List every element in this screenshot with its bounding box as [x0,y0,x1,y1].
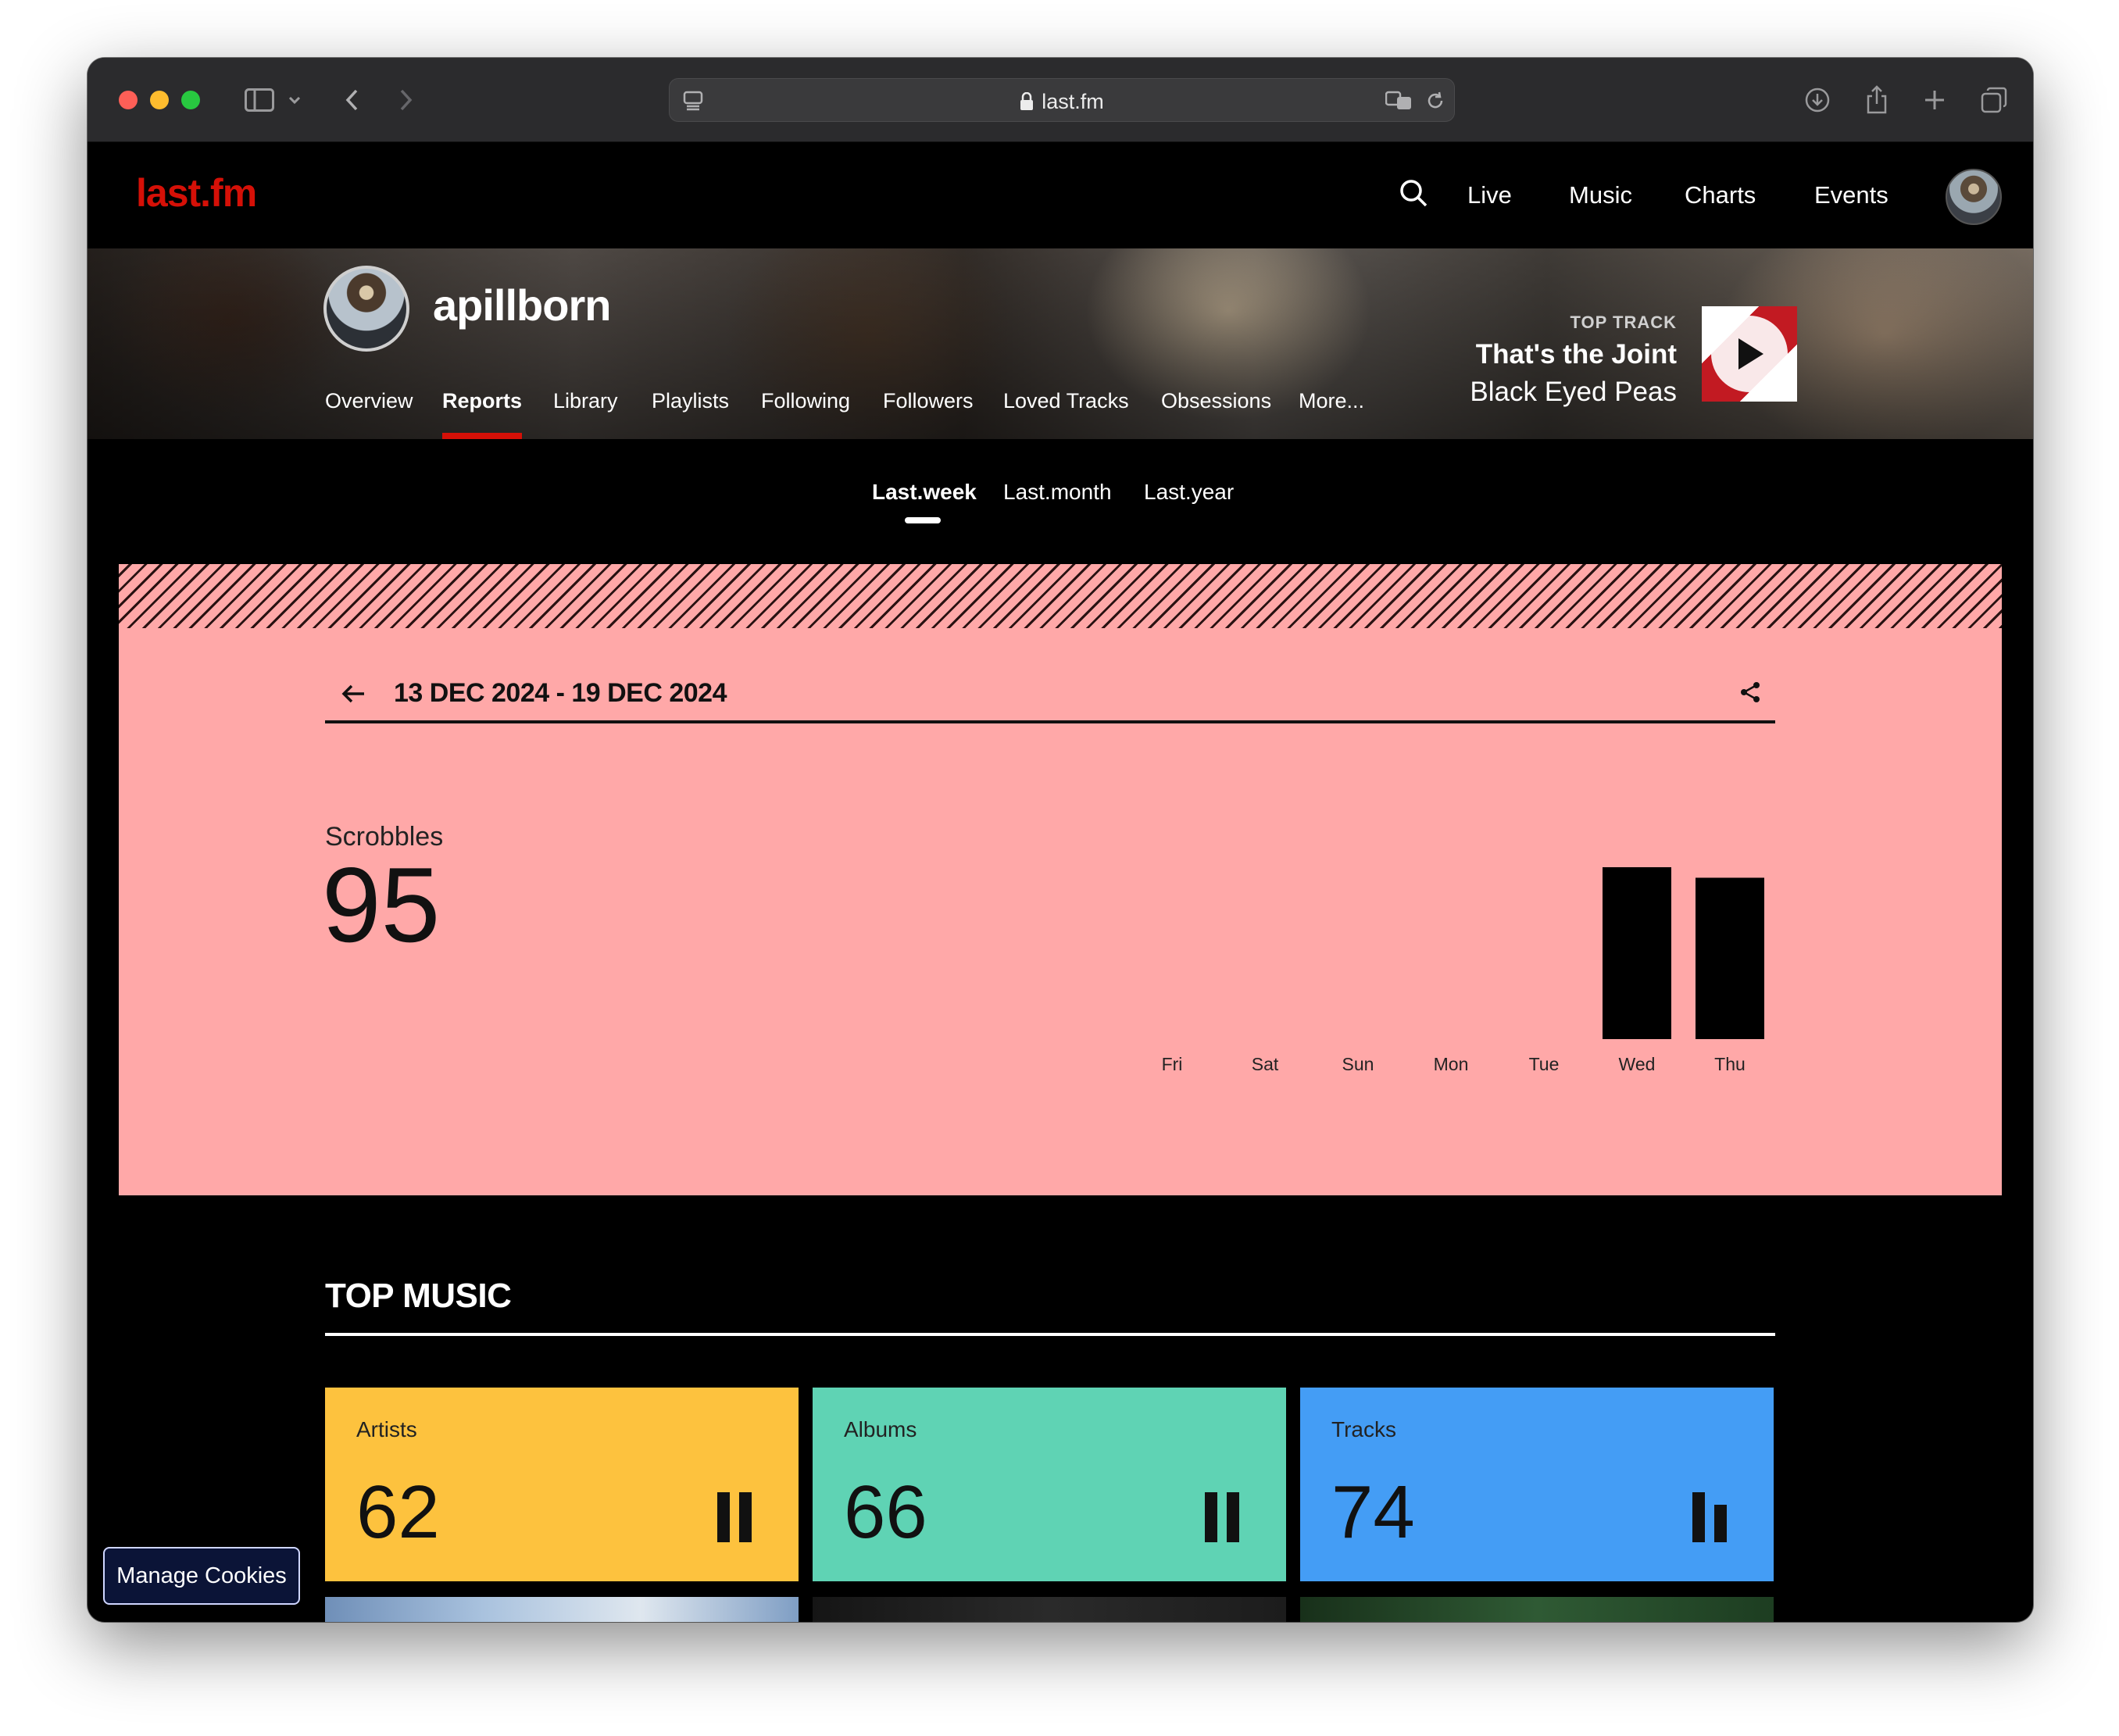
manage-cookies-button[interactable]: Manage Cookies [103,1547,300,1605]
nav-charts[interactable]: Charts [1685,181,1756,209]
active-period-indicator [905,517,941,523]
top-artist-image[interactable] [325,1597,799,1622]
card-bar-mark [1205,1492,1217,1542]
lastfm-logo[interactable]: last.fm [136,170,257,216]
top-track-title[interactable]: That's the Joint [1476,339,1677,370]
top-music-heading: TOP MUSIC [325,1277,512,1315]
daily-scrobbles-chart: Fri Sat Sun Mon Tue Wed Thu [1162,867,1764,1074]
card-value: 62 [356,1470,440,1554]
card-bar-mark [717,1492,730,1542]
sidebar-toggle-icon[interactable] [241,81,278,119]
nav-events[interactable]: Events [1814,181,1889,209]
tab-overview-icon[interactable] [1975,81,2013,119]
chart-bar-wed[interactable] [1603,867,1671,1039]
card-label: Artists [356,1417,417,1441]
tab-playlists[interactable]: Playlists [652,389,729,413]
weekly-report-panel: 13 DEC 2024 - 19 DEC 2024 Scrobbles 95 F… [119,564,2002,1195]
chart-bar-thu[interactable] [1696,877,1764,1039]
arrow-left-icon[interactable] [338,678,369,713]
tab-reports[interactable]: Reports [442,389,522,413]
chart-tick-label: Mon [1434,1054,1469,1074]
reload-icon[interactable] [1420,82,1451,120]
play-icon[interactable] [1711,316,1788,392]
lock-icon [1020,91,1034,116]
url-text: last.fm [1042,90,1104,113]
share-icon[interactable] [1738,680,1763,709]
card-value: 74 [1331,1470,1415,1554]
site-header: last.fm Live Music Charts Events [88,142,2033,248]
nav-music[interactable]: Music [1569,181,1632,209]
search-icon[interactable] [1397,177,1431,215]
card-label: Albums [844,1417,917,1441]
share-page-icon[interactable] [1858,81,1896,119]
bar-chart-icon [1205,1480,1252,1542]
profile-username[interactable]: apillborn [433,280,611,330]
tab-followers[interactable]: Followers [883,389,974,413]
profile-avatar[interactable] [323,266,409,352]
tab-obsessions[interactable]: Obsessions [1161,389,1271,413]
chart-tick-label: Sun [1342,1054,1374,1074]
user-avatar[interactable] [1946,169,2002,225]
downloads-icon[interactable] [1799,81,1836,119]
chart-tick-label: Tue [1529,1054,1560,1074]
card-label: Tracks [1331,1417,1396,1441]
browser-window: last.fm last.fm Live Music Charts Events… [88,58,2033,1622]
chart-tick-label: Wed [1619,1054,1656,1074]
zoom-window-button[interactable] [181,91,200,109]
top-artists-card[interactable]: Artists 62 [325,1388,799,1581]
active-tab-indicator [442,433,522,439]
new-tab-icon[interactable] [1916,81,1953,119]
tab-more[interactable]: More... [1299,389,1364,413]
card-bar-mark [1714,1505,1727,1542]
close-window-button[interactable] [119,91,138,109]
tab-following[interactable]: Following [761,389,850,413]
top-track-artwork[interactable] [1702,306,1797,402]
period-last-month[interactable]: Last.month [1003,480,1112,505]
period-last-year[interactable]: Last.year [1144,480,1234,505]
bar-chart-icon [1692,1480,1739,1542]
top-track-image[interactable] [1300,1597,1774,1622]
forward-nav-icon[interactable] [391,81,422,119]
minimize-window-button[interactable] [150,91,169,109]
browser-toolbar: last.fm [88,58,2033,142]
chevron-down-icon[interactable] [283,81,306,119]
scrobbles-count: 95 [322,845,441,964]
nav-live[interactable]: Live [1467,181,1512,209]
report-date-row: 13 DEC 2024 - 19 DEC 2024 [325,672,1775,723]
tab-library[interactable]: Library [553,389,618,413]
decorative-stripes [119,564,2002,628]
tab-loved-tracks[interactable]: Loved Tracks [1003,389,1129,413]
bar-chart-icon [717,1480,764,1542]
card-bar-mark [1227,1492,1239,1542]
card-value: 66 [844,1470,927,1554]
chart-tick-label: Fri [1162,1054,1183,1074]
chart-tick-label: Sat [1252,1054,1279,1074]
card-bar-mark [1692,1492,1705,1542]
period-last-week[interactable]: Last.week [872,480,977,505]
address-bar[interactable]: last.fm [669,78,1455,122]
card-bar-mark [739,1492,752,1542]
top-music-divider [325,1333,1775,1336]
top-track-artist[interactable]: Black Eyed Peas [1470,377,1677,408]
translate-icon[interactable] [1384,82,1415,120]
tab-overview[interactable]: Overview [325,389,413,413]
back-nav-icon[interactable] [336,81,367,119]
top-albums-card[interactable]: Albums 66 [813,1388,1286,1581]
report-date-range: 13 DEC 2024 - 19 DEC 2024 [394,678,727,708]
profile-banner: apillborn Overview Reports Library Playl… [88,248,2033,439]
top-album-image[interactable] [813,1597,1286,1622]
chart-tick-label: Thu [1714,1054,1746,1074]
top-tracks-card[interactable]: Tracks 74 [1300,1388,1774,1581]
top-track-kicker: TOP TRACK [1570,313,1677,332]
